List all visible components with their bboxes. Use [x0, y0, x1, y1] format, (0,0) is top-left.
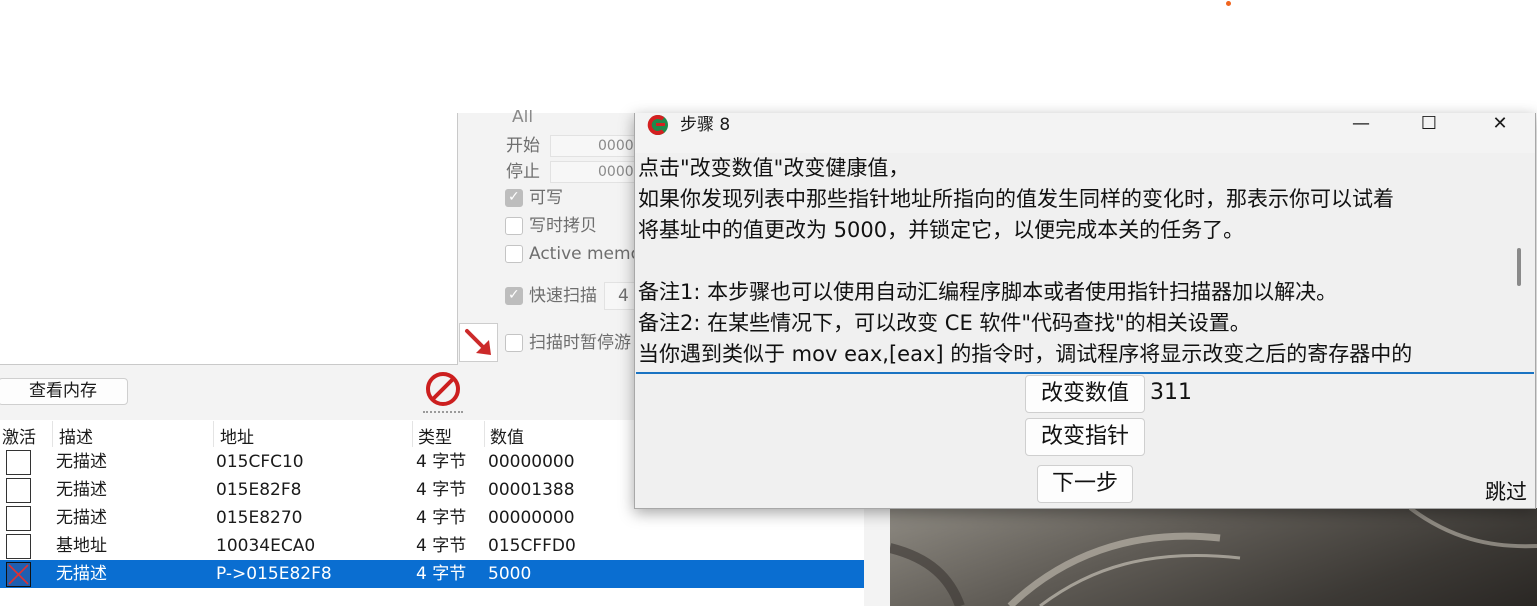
frozen-x-icon	[8, 564, 29, 585]
column-divider[interactable]	[213, 421, 214, 447]
active-checkbox[interactable]	[6, 478, 31, 503]
table-row[interactable]: 基地址 10034ECA0 4 字节 015CFFD0	[0, 532, 864, 560]
dialog-title-bar[interactable]	[635, 113, 1535, 153]
fast-scan-label: 快速扫描	[529, 286, 597, 306]
row-value: 00000000	[488, 452, 575, 472]
tutorial-line: 备注1: 本步骤也可以使用自动汇编程序脚本或者使用指针扫描器加以解决。	[638, 280, 1338, 304]
writable-checkbox[interactable]	[505, 189, 523, 207]
pause-game-label: 扫描时暂停游	[529, 333, 631, 353]
active-checkbox-checked[interactable]	[6, 562, 31, 587]
start-label: 开始	[506, 136, 540, 156]
arrow-down-right-icon	[465, 329, 491, 355]
row-address: 015CFC10	[216, 452, 304, 472]
start-address-input[interactable]: 0000	[550, 135, 636, 157]
row-description: 无描述	[56, 452, 107, 472]
column-header-type[interactable]: 类型	[418, 423, 452, 448]
row-value: 00000000	[488, 508, 575, 528]
next-step-button[interactable]: 下一步	[1037, 465, 1133, 503]
skip-link[interactable]: 跳过	[1485, 477, 1527, 507]
tutorial-line: 当你遇到类似于 mov eax,[eax] 的指令时，调试程序将显示改变之后的寄…	[638, 342, 1413, 366]
column-header-active[interactable]: 激活	[2, 423, 36, 448]
change-pointer-button[interactable]: 改变指针	[1025, 418, 1145, 456]
column-divider[interactable]	[484, 421, 485, 447]
tutorial-line: 将基址中的值更改为 5000，并锁定它，以便完成本关的任务了。	[638, 218, 1245, 242]
table-row-selected[interactable]: 无描述 P->015E82F8 4 字节 5000	[0, 560, 864, 588]
row-type: 4 字节	[416, 508, 467, 528]
cheat-engine-logo-icon	[646, 113, 672, 137]
tutorial-text-area[interactable]: 点击"改变数值"改变健康值， 如果你发现列表中那些指针地址所指向的值发生同样的变…	[636, 153, 1534, 374]
row-description: 无描述	[56, 508, 107, 528]
row-type: 4 字节	[416, 480, 467, 500]
active-checkbox[interactable]	[6, 506, 31, 531]
column-header-description[interactable]: 描述	[59, 423, 93, 448]
row-description: 基地址	[56, 536, 107, 556]
no-entry-icon	[426, 372, 460, 406]
column-divider[interactable]	[52, 421, 53, 447]
column-header-value[interactable]: 数值	[490, 423, 524, 448]
found-addresses-list[interactable]	[0, 113, 458, 365]
dialog-title: 步骤 8	[680, 115, 731, 135]
row-description: 无描述	[56, 480, 107, 500]
change-value-button[interactable]: 改变数值	[1025, 375, 1145, 413]
splitter-handle[interactable]	[423, 411, 463, 416]
row-type: 4 字节	[416, 564, 467, 584]
background-artwork	[890, 508, 1537, 606]
memory-view-button[interactable]: 查看内存	[0, 378, 128, 405]
row-address: 10034ECA0	[216, 536, 316, 556]
game-background-image	[890, 508, 1537, 606]
pause-game-checkbox[interactable]	[505, 334, 523, 352]
tutorial-line: 备注2: 在某些情况下，可以改变 CE 软件"代码查找"的相关设置。	[638, 311, 1251, 335]
active-memory-checkbox[interactable]	[505, 245, 523, 263]
current-health-value: 311	[1150, 380, 1192, 405]
active-memory-label: Active memo	[529, 244, 636, 264]
row-address: 015E82F8	[216, 480, 302, 500]
row-address: 015E8270	[216, 508, 303, 528]
row-value: 015CFFD0	[488, 536, 576, 556]
row-description: 无描述	[56, 564, 107, 584]
copy-on-write-label: 写时拷贝	[529, 216, 597, 236]
stop-address-input[interactable]: 0000	[550, 161, 636, 183]
tutorial-line: 点击"改变数值"改变健康值，	[638, 156, 910, 180]
row-type: 4 字节	[416, 452, 467, 472]
active-checkbox[interactable]	[6, 534, 31, 559]
clear-list-button[interactable]	[423, 368, 463, 410]
row-value: 5000	[488, 564, 532, 584]
tutorial-line: 如果你发现列表中那些指针地址所指向的值发生同样的变化时，那表示你可以试着	[638, 187, 1394, 211]
fast-scan-alignment-input[interactable]: 4	[604, 282, 636, 310]
maximize-button[interactable]: ☐	[1406, 113, 1452, 137]
memory-type-select[interactable]: All	[512, 110, 533, 124]
status-dot	[1226, 1, 1231, 6]
text-scrollbar-thumb[interactable]	[1517, 248, 1521, 286]
row-address: P->015E82F8	[216, 564, 332, 584]
stop-label: 停止	[506, 162, 540, 182]
writable-label: 可写	[529, 188, 563, 208]
active-checkbox[interactable]	[6, 450, 31, 475]
row-value: 00001388	[488, 480, 575, 500]
copy-on-write-checkbox[interactable]	[505, 217, 523, 235]
row-type: 4 字节	[416, 536, 467, 556]
column-divider[interactable]	[412, 421, 413, 447]
column-header-address[interactable]: 地址	[220, 423, 254, 448]
close-button[interactable]: ✕	[1477, 113, 1523, 137]
add-address-arrow-button[interactable]	[459, 323, 498, 362]
fast-scan-checkbox[interactable]	[505, 287, 523, 305]
minimize-button[interactable]: —	[1338, 113, 1384, 137]
